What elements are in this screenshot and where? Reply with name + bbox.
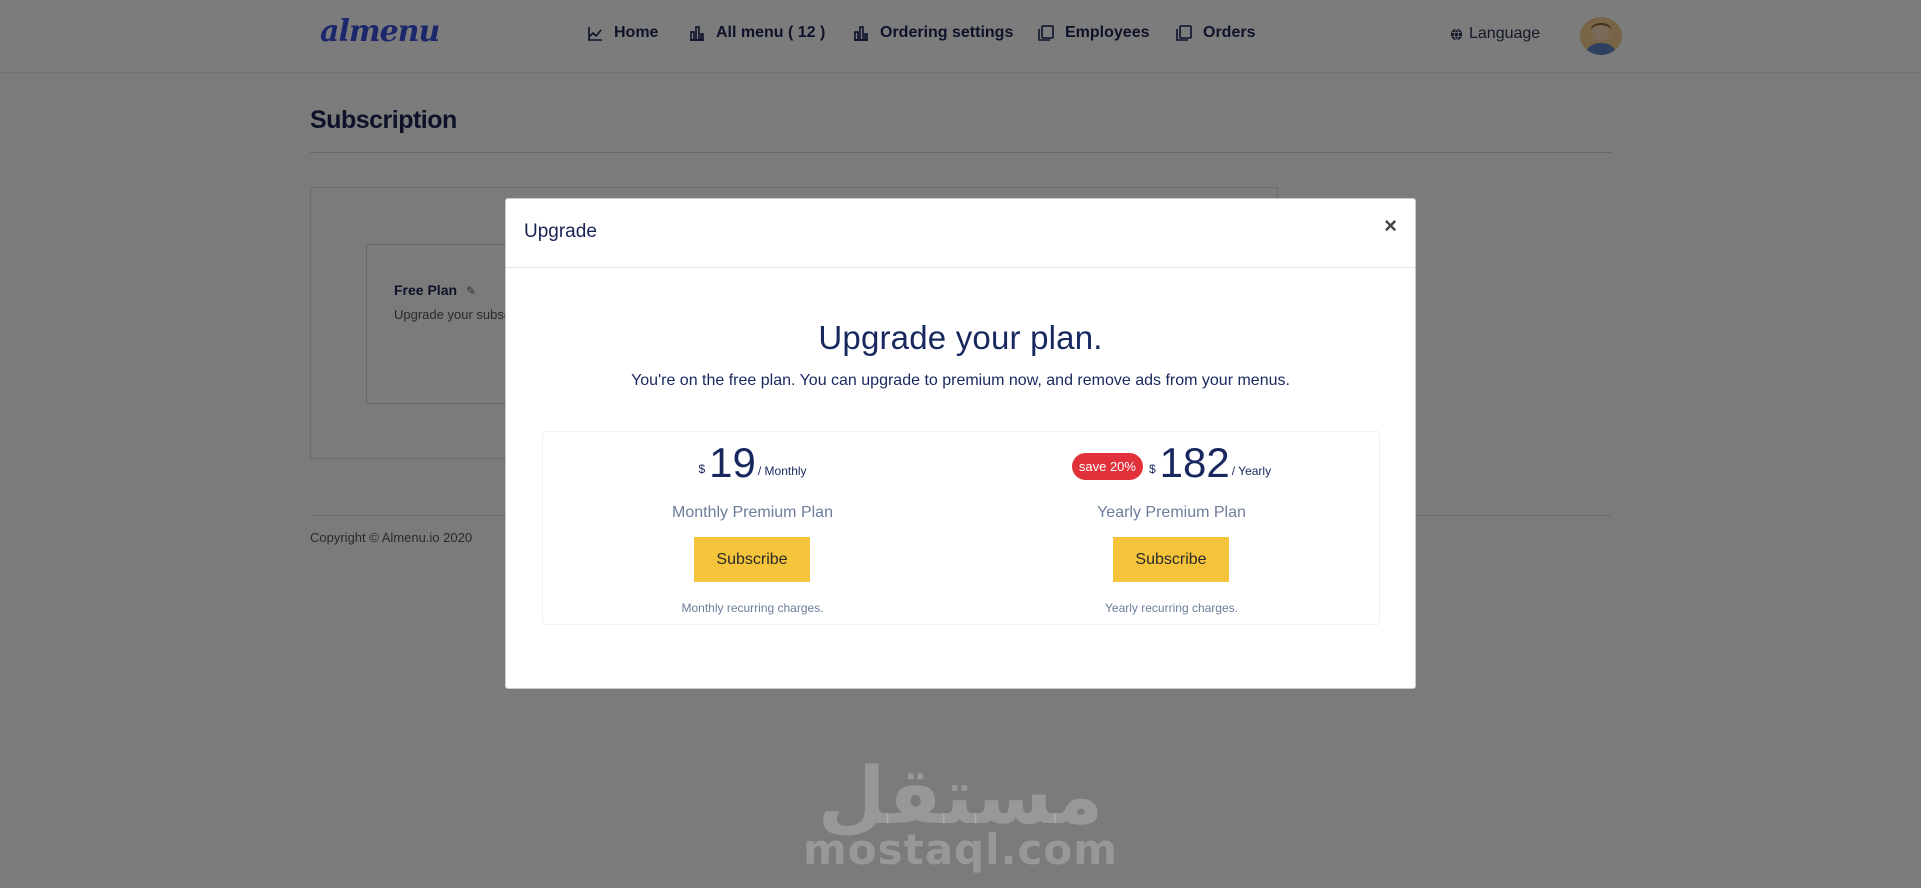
yearly-plan: save 20% $ 182 / Yearly Yearly Premium P… [962, 432, 1381, 624]
charges-note: Yearly recurring charges. [1105, 601, 1238, 615]
subscribe-yearly-button[interactable]: Subscribe [1113, 537, 1229, 582]
currency-symbol: $ [1148, 462, 1156, 476]
upgrade-subline: You're on the free plan. You can upgrade… [631, 372, 1290, 389]
pricing-card: $ 19 / Monthly Monthly Premium Plan Subs… [542, 431, 1380, 625]
price-period: / Monthly [757, 464, 807, 478]
modal-header: Upgrade × [506, 199, 1415, 268]
modal-title: Upgrade [524, 221, 597, 242]
price-amount: 182 [1159, 439, 1230, 486]
upgrade-modal: Upgrade × Upgrade your plan. You're on t… [505, 198, 1416, 689]
save-badge: save 20% [1071, 453, 1143, 480]
subscribe-monthly-button[interactable]: Subscribe [694, 537, 810, 582]
yearly-price: save 20% $ 182 / Yearly [962, 440, 1381, 486]
plan-title: Yearly Premium Plan [1097, 504, 1246, 521]
price-period: / Yearly [1231, 464, 1272, 478]
currency-symbol: $ [698, 462, 706, 476]
upgrade-headline: Upgrade your plan. [818, 319, 1103, 356]
monthly-price: $ 19 / Monthly [543, 440, 962, 486]
price-amount: 19 [709, 439, 756, 486]
charges-note: Monthly recurring charges. [681, 601, 824, 615]
close-icon[interactable]: × [1384, 215, 1397, 237]
plan-title: Monthly Premium Plan [672, 504, 833, 521]
watermark-latin: mostaql.com [803, 825, 1118, 874]
monthly-plan: $ 19 / Monthly Monthly Premium Plan Subs… [543, 432, 962, 624]
